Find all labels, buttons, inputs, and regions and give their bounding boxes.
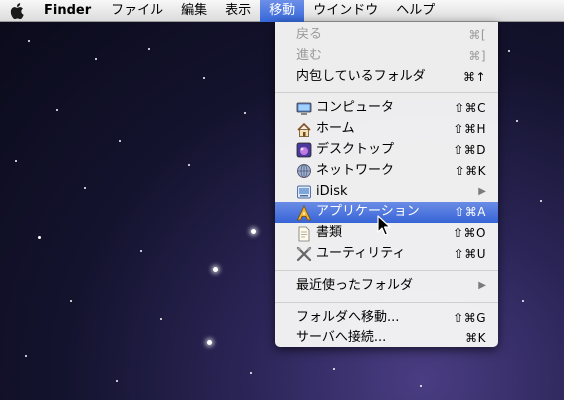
menu-item-label: 戻る [296,27,323,42]
star [203,77,205,79]
menu-item-utilities[interactable]: ユーティリティ ⇧⌘U [275,244,498,265]
menu-item-label: ホーム [316,121,355,137]
submenu-arrow-icon: ▶ [478,279,486,291]
shortcut-label: ⇧⌘A [454,205,486,220]
menu-help[interactable]: ヘルプ [387,0,444,22]
apple-menu-icon[interactable] [0,0,34,22]
idisk-icon [296,184,312,200]
menu-item-idisk[interactable]: iDisk ▶ [275,182,498,203]
star [70,300,72,302]
menu-file[interactable]: ファイル [102,0,172,22]
menu-bar: Finder ファイル 編集 表示 移動 ウインドウ ヘルプ [0,0,564,22]
shortcut-label: ⇧⌘O [453,226,486,241]
menu-item-label: ユーティリティ [316,245,406,261]
shortcut-label: ⇧⌘U [453,246,486,261]
star [28,40,30,42]
menu-window[interactable]: ウインドウ [304,0,387,22]
menu-item-connect-to-server[interactable]: サーバへ接続... ⌘K [275,328,498,349]
menu-item-home[interactable]: ホーム ⇧⌘H [275,119,498,140]
star [160,318,162,320]
star [250,372,252,374]
menu-item-back[interactable]: 戻る ⌘[ [275,25,498,46]
menu-item-label: サーバへ接続... [296,330,387,346]
star [420,385,422,387]
shortcut-label: ⇧⌘H [453,122,486,137]
shortcut-label: ⇧⌘K [454,163,486,178]
menu-separator [275,269,498,271]
desktop-icon [296,142,312,158]
menu-item-label: 内包しているフォルダ [296,68,426,84]
star [207,340,212,345]
menu-item-recent-folders[interactable]: 最近使ったフォルダ ▶ [275,276,498,297]
menu-separator [275,92,498,94]
star [508,50,510,52]
star [188,164,190,166]
menu-go[interactable]: 移動 [260,0,305,22]
star [251,229,256,234]
menu-item-label: iDisk [316,183,348,199]
shortcut-label: ⇧⌘C [454,101,486,116]
star [84,187,86,189]
star [140,250,142,252]
menu-item-label: 進む [296,47,323,63]
shortcut-label: ⇧⌘D [453,142,486,157]
mouse-cursor-icon [377,215,391,236]
menu-item-network[interactable]: ネットワーク ⇧⌘K [275,161,498,182]
applications-icon [296,204,312,221]
menu-item-forward[interactable]: 進む ⌘] [275,46,498,67]
star [516,120,518,122]
network-icon [296,163,312,179]
menu-item-computer[interactable]: コンピュータ ⇧⌘C [275,98,498,119]
star [38,236,41,239]
shortcut-label: ⌘] [468,48,486,63]
star [148,48,150,50]
menu-item-label: フォルダへ移動... [296,309,400,325]
shortcut-label: ⌘K [465,331,486,346]
shortcut-label: ⌘↑ [462,69,486,84]
star [95,58,97,60]
menu-item-label: コンピュータ [316,100,395,116]
computer-icon [296,101,312,117]
star [119,140,121,142]
star [522,300,524,302]
utilities-icon [296,246,312,262]
menu-item-label: デスクトップ [316,141,395,157]
star [56,109,58,111]
menu-separator [275,301,498,303]
menu-edit[interactable]: 編集 [172,0,216,22]
menu-item-label: 最近使ったフォルダ [296,277,414,293]
go-menu-dropdown: 戻る ⌘[ 進む ⌘] 内包しているフォルダ ⌘↑ コンピュータ ⇧⌘C ホーム… [275,22,498,347]
menu-item-go-to-folder[interactable]: フォルダへ移動... ⇧⌘G [275,308,498,329]
menu-item-label: ネットワーク [316,162,395,178]
menu-view[interactable]: 表示 [216,0,260,22]
star [213,267,218,272]
home-icon [296,122,312,138]
star [540,200,542,202]
shortcut-label: ⌘[ [468,28,486,42]
star [333,368,335,370]
shortcut-label: ⇧⌘G [453,310,486,325]
star [25,355,27,357]
menu-item-desktop[interactable]: デスクトップ ⇧⌘D [275,140,498,161]
submenu-arrow-icon: ▶ [478,185,486,197]
menu-finder[interactable]: Finder [34,0,102,22]
menu-item-enclosing-folder[interactable]: 内包しているフォルダ ⌘↑ [275,67,498,88]
star [15,160,17,162]
star [116,380,118,382]
star [244,112,246,114]
documents-icon [296,226,312,242]
